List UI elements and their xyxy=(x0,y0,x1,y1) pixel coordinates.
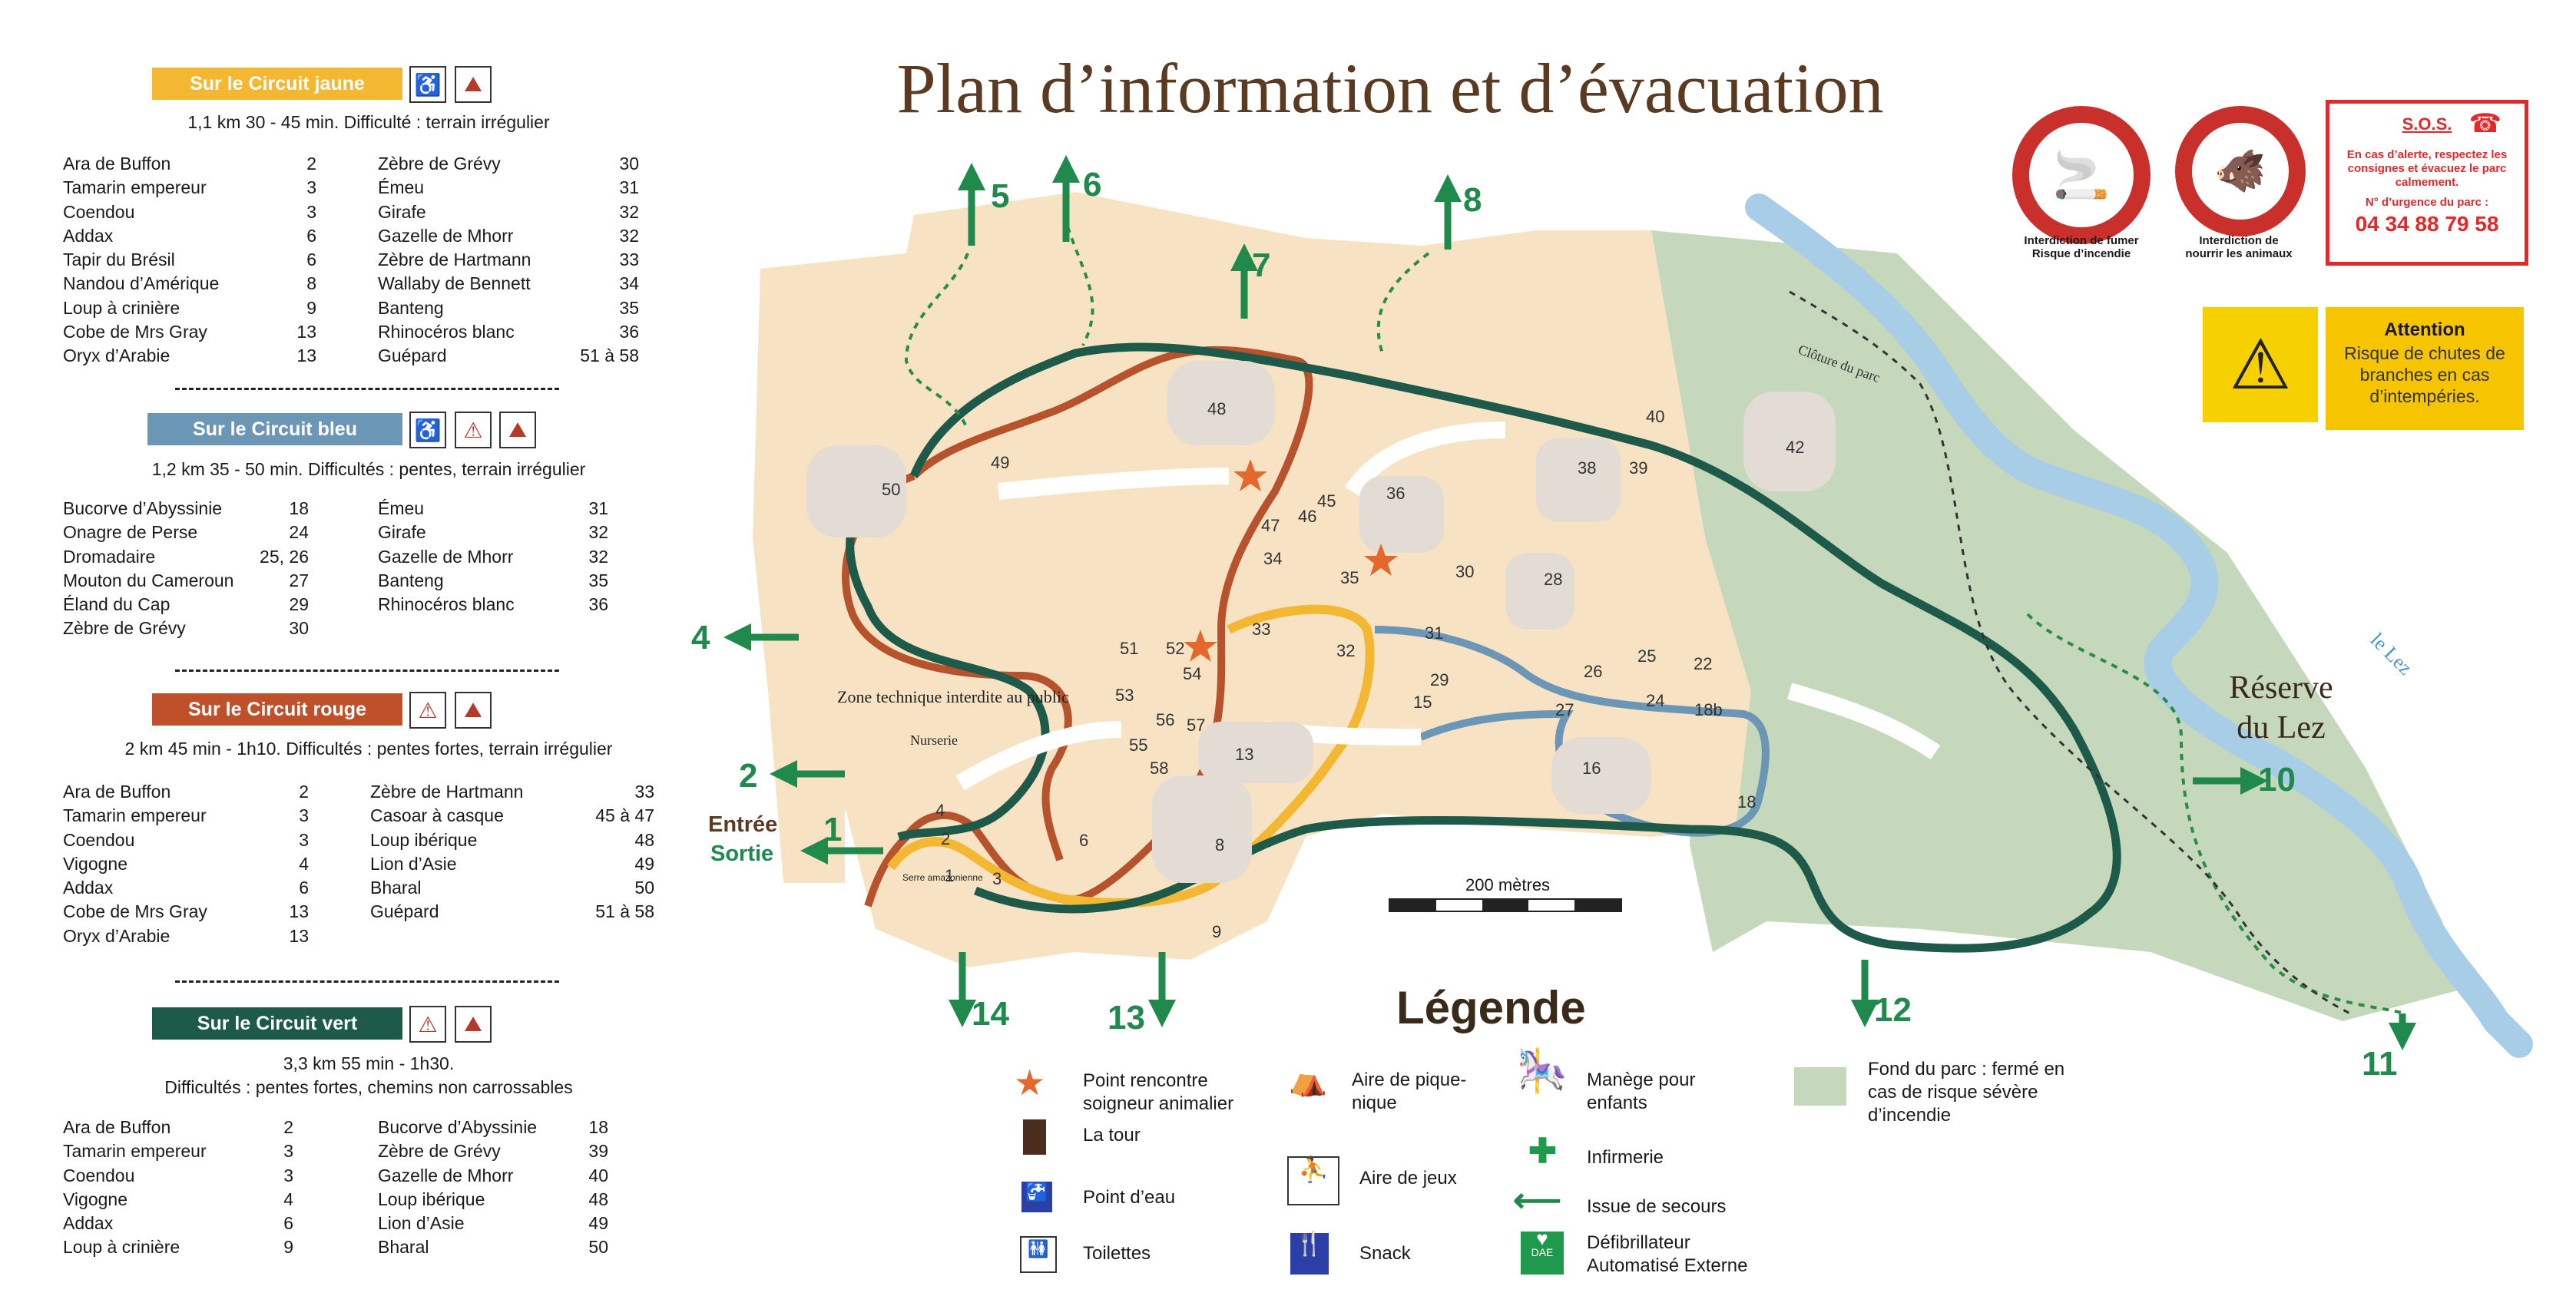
toilets-icon: 🚻 xyxy=(1020,1236,1057,1273)
exit-8: 8 xyxy=(1463,181,1482,219)
exit-4: 4 xyxy=(691,619,710,656)
exit-11: 11 xyxy=(2362,1045,2398,1083)
exit-10: 10 xyxy=(2258,761,2296,798)
park-background-swatch xyxy=(1794,1067,1846,1106)
carousel-icon: 🎠 xyxy=(1516,1048,1568,1094)
snack-icon: 🍴 xyxy=(1290,1233,1329,1275)
exit-2: 2 xyxy=(739,757,757,795)
star-icon xyxy=(1184,630,1217,662)
exit-13: 13 xyxy=(1108,999,1145,1037)
legend-title: Légende xyxy=(1396,982,1586,1033)
picnic-icon: ⛺ xyxy=(1289,1063,1327,1097)
first-aid-icon: ✚ xyxy=(1528,1132,1557,1170)
playground-icon: ⛹ xyxy=(1287,1156,1339,1205)
tower-icon xyxy=(1023,1119,1046,1155)
exit-5: 5 xyxy=(991,177,1009,215)
emergency-exit-icon: ⟵ xyxy=(1513,1182,1562,1219)
exit-7: 7 xyxy=(1252,246,1270,284)
exit-14: 14 xyxy=(972,995,1009,1033)
exit-1: 1 xyxy=(823,811,842,848)
water-point-icon: 🚰 xyxy=(1021,1182,1052,1212)
star-icon xyxy=(1233,459,1267,491)
defibrillator-icon: ♥ DAE xyxy=(1521,1228,1564,1275)
star-icon xyxy=(1364,544,1398,576)
exit-arrows: 5 6 7 8 4 2 1 10 11 12 13 14 xyxy=(691,155,2416,1083)
exit-6: 6 xyxy=(1083,166,1101,203)
star-icon: ★ xyxy=(1014,1063,1046,1103)
exit-12: 12 xyxy=(1874,991,1912,1029)
